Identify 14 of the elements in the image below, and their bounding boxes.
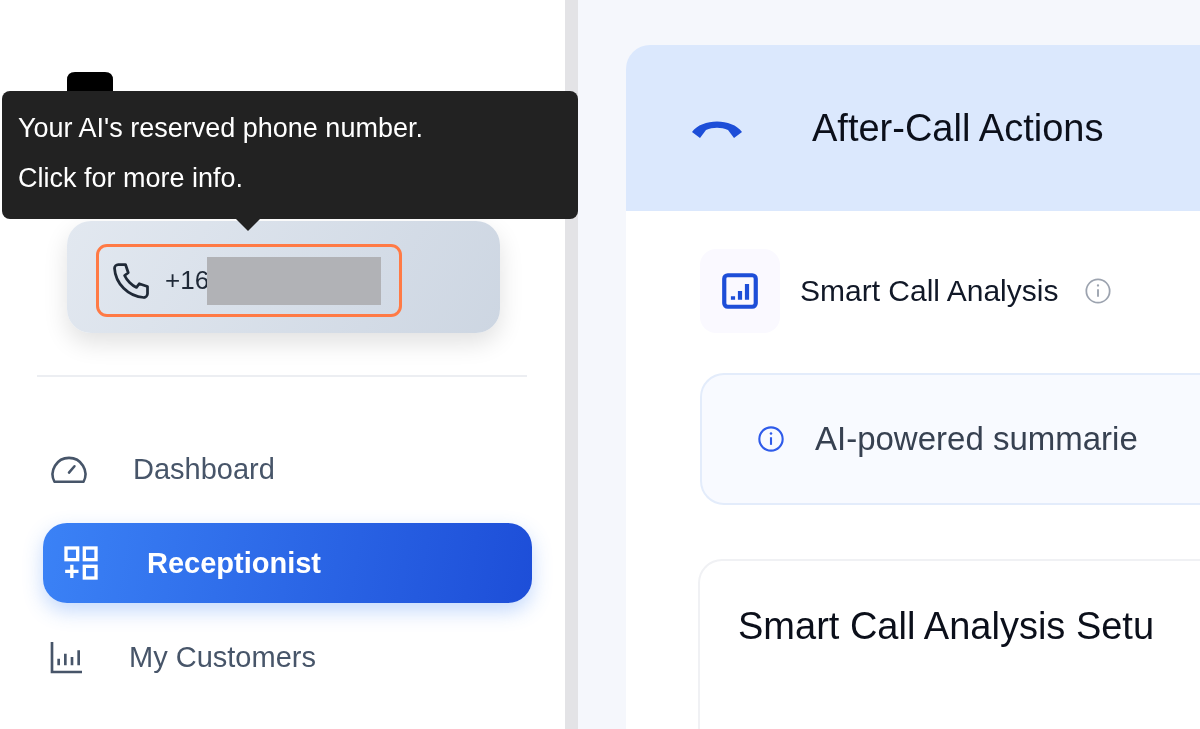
chart-icon <box>719 270 761 312</box>
nav-item[interactable]: Receptionist <box>43 523 532 603</box>
section-title: After-Call Actions <box>812 106 1104 150</box>
info-icon <box>757 425 785 453</box>
nav-item[interactable]: Dashboard <box>43 429 532 509</box>
grid-plus-icon <box>61 543 101 583</box>
phone-number: +16 <box>165 265 210 296</box>
card-title: Smart Call Analysis Setu <box>738 605 1156 648</box>
tooltip-text: Your AI's reserved phone number. Click for more info. <box>18 112 424 195</box>
banner-text: AI-powered summarie <box>815 420 1138 458</box>
nav-item[interactable]: My Customers <box>43 617 532 697</box>
feature-title: Smart Call Analysis <box>800 274 1059 308</box>
logo-icon <box>67 72 113 91</box>
phone-number-button[interactable]: +16 <box>96 244 402 317</box>
